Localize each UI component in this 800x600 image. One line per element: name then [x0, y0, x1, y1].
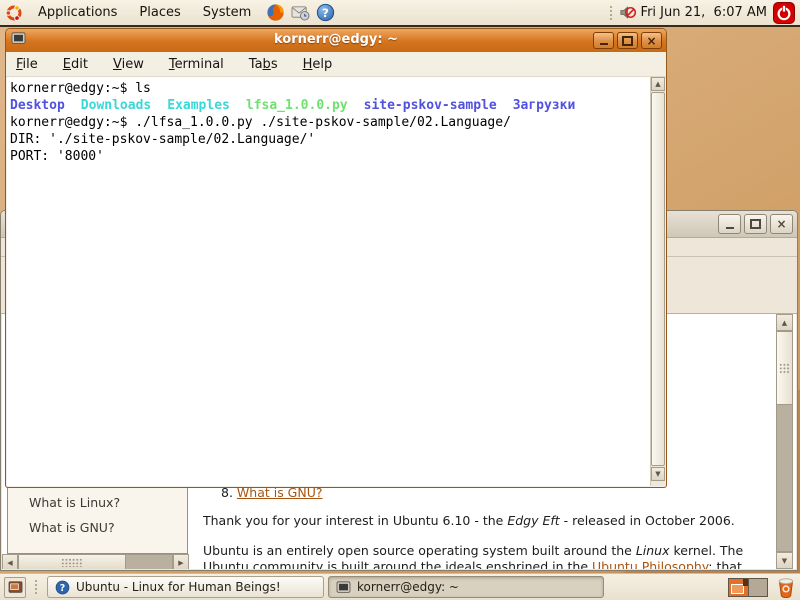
toc-link-what-is-linux[interactable]: What is Linux?	[29, 495, 120, 510]
terminal-line-port-output: PORT: '8000'	[10, 148, 647, 165]
maximize-icon	[622, 36, 633, 46]
taskbar-button-label: Ubuntu - Linux for Human Beings!	[76, 580, 281, 594]
scroll-down-icon: ▼	[782, 557, 787, 565]
minimize-icon	[600, 43, 608, 45]
ls-entry-executable: lfsa_1.0.0.py	[246, 98, 348, 113]
p1-text: Thank you for your interest in Ubuntu 6.…	[203, 513, 507, 528]
terminal-line-prompt-ls: kornerr@edgy:~$ ls	[10, 80, 647, 97]
show-desktop-button[interactable]	[4, 577, 26, 598]
terminal-line-command: kornerr@edgy:~$ ./lfsa_1.0.0.py ./site-p…	[10, 114, 647, 131]
minimize-icon	[726, 227, 734, 229]
terminal-content[interactable]: kornerr@edgy:~$ ls Desktop Downloads Examp…	[7, 77, 665, 486]
scroll-right-icon: ▶	[178, 559, 183, 567]
p1-text-end: - released in October 2006.	[560, 513, 735, 528]
v-scroll-thumb[interactable]	[776, 331, 793, 405]
menu-applications[interactable]: Applications	[27, 2, 128, 23]
ls-entry-directory: Desktop	[10, 98, 65, 113]
top-panel: Applications Places System	[0, 0, 800, 27]
terminal-icon	[336, 581, 351, 594]
p2b-text: Ubuntu community is built around the ide…	[203, 559, 592, 569]
taskbar-button-terminal[interactable]: kornerr@edgy: ~	[328, 576, 604, 598]
ls-entry-directory: Загрузки	[513, 98, 576, 113]
paragraph-2-line-2: Ubuntu community is built around the ide…	[203, 559, 742, 569]
scroll-up-icon: ▲	[782, 319, 787, 327]
trash-icon[interactable]	[776, 577, 796, 598]
menu-system[interactable]: System	[192, 2, 262, 23]
ls-entry-directory: site-pskov-sample	[364, 98, 497, 113]
volume-muted-icon[interactable]	[618, 3, 637, 22]
quit-power-button[interactable]	[773, 2, 795, 24]
terminal-close-button[interactable]: ×	[641, 32, 662, 49]
terminal-menubar: File Edit View Terminal Tabs Help	[6, 52, 666, 77]
browser-minimize-button[interactable]	[718, 214, 741, 234]
menu-file[interactable]: File	[16, 57, 38, 72]
scroll-up-icon: ▲	[655, 80, 660, 88]
toc-link-what-is-gnu[interactable]: What is GNU?	[29, 520, 115, 535]
scroll-right-button[interactable]: ▶	[173, 554, 189, 569]
svg-text:?: ?	[322, 6, 329, 20]
toc-horizontal-scrollbar[interactable]: ◀ ▶	[2, 554, 189, 569]
paragraph-2-line-1: Ubuntu is an entirely open source operat…	[203, 543, 743, 558]
p1-italic: Edgy Eft	[507, 513, 559, 528]
maximize-icon	[750, 219, 761, 229]
terminal-scroll-thumb[interactable]	[651, 92, 665, 466]
close-icon: ×	[776, 218, 786, 230]
svg-text:?: ?	[60, 582, 65, 593]
tasklist-handle[interactable]	[34, 579, 39, 595]
scroll-left-icon: ◀	[7, 559, 12, 567]
grip-dots-icon	[61, 558, 83, 567]
terminal-line-ls-output: Desktop Downloads Examples lfsa_1.0.0.py sit…	[10, 97, 647, 114]
ls-entry-symlink: Examples	[167, 98, 230, 113]
menu-edit[interactable]: Edit	[63, 57, 88, 72]
firefox-launcher-icon[interactable]	[266, 3, 285, 22]
terminal-window[interactable]: kornerr@edgy: ~ × File Edit View Termina…	[5, 28, 667, 488]
terminal-window-title: kornerr@edgy: ~	[6, 32, 666, 47]
menu-terminal[interactable]: Terminal	[169, 57, 224, 72]
menu-tabs[interactable]: Tabs	[249, 57, 278, 72]
ls-entry-symlink: Downloads	[81, 98, 151, 113]
menu-view[interactable]: View	[113, 57, 144, 72]
menu-help[interactable]: Help	[303, 57, 333, 72]
taskbar-button-browser[interactable]: ? Ubuntu - Linux for Human Beings!	[47, 576, 324, 598]
menu-places[interactable]: Places	[128, 2, 191, 23]
taskbar-button-label: kornerr@edgy: ~	[357, 580, 459, 594]
workspace-switcher	[728, 578, 768, 597]
workspace-1[interactable]	[729, 579, 748, 596]
p2-text: Ubuntu is an entirely open source operat…	[203, 543, 636, 558]
scroll-down-icon: ▼	[655, 470, 660, 478]
screen: × What is Linux? What is GNU? ◀ ▶ 8. Wha…	[0, 0, 800, 600]
workspace-2[interactable]	[748, 579, 768, 596]
show-desktop-icon	[8, 581, 23, 594]
paragraph-1: Thank you for your interest in Ubuntu 6.…	[203, 513, 735, 528]
terminal-titlebar[interactable]: kornerr@edgy: ~ ×	[6, 29, 666, 52]
scroll-down-button[interactable]: ▼	[776, 552, 793, 569]
terminal-minimize-button[interactable]	[593, 32, 614, 49]
browser-close-button[interactable]: ×	[770, 214, 793, 234]
browser-maximize-button[interactable]	[744, 214, 767, 234]
p2-text-end: kernel. The	[670, 543, 744, 558]
mail-launcher-icon[interactable]	[291, 4, 310, 21]
bottom-panel: ? Ubuntu - Linux for Human Beings! korne…	[0, 573, 800, 600]
help-launcher-icon[interactable]: ?	[316, 3, 335, 22]
notification-area-handle[interactable]	[609, 5, 614, 21]
terminal-scrollbar[interactable]: ▲ ▼	[650, 77, 665, 486]
help-icon: ?	[55, 580, 70, 595]
scroll-up-button[interactable]: ▲	[651, 77, 665, 91]
browser-vertical-scrollbar[interactable]: ▲ ▼	[776, 314, 793, 569]
scroll-down-button[interactable]: ▼	[651, 467, 665, 481]
terminal-line-dir-output: DIR: './site-pskov-sample/02.Language/'	[10, 131, 647, 148]
p2b-text-end: : that	[708, 559, 742, 569]
ubuntu-logo-icon[interactable]	[5, 4, 23, 22]
p2-italic: Linux	[636, 543, 670, 558]
scroll-left-button[interactable]: ◀	[2, 554, 18, 569]
scroll-up-button[interactable]: ▲	[776, 314, 793, 331]
ubuntu-philosophy-link[interactable]: Ubuntu Philosophy	[592, 559, 708, 569]
close-icon: ×	[646, 35, 656, 47]
clock[interactable]: Fri Jun 21, 6:07 AM	[641, 5, 767, 20]
grip-dots-icon	[779, 363, 790, 374]
h-scroll-thumb[interactable]	[18, 554, 126, 569]
terminal-maximize-button[interactable]	[617, 32, 638, 49]
